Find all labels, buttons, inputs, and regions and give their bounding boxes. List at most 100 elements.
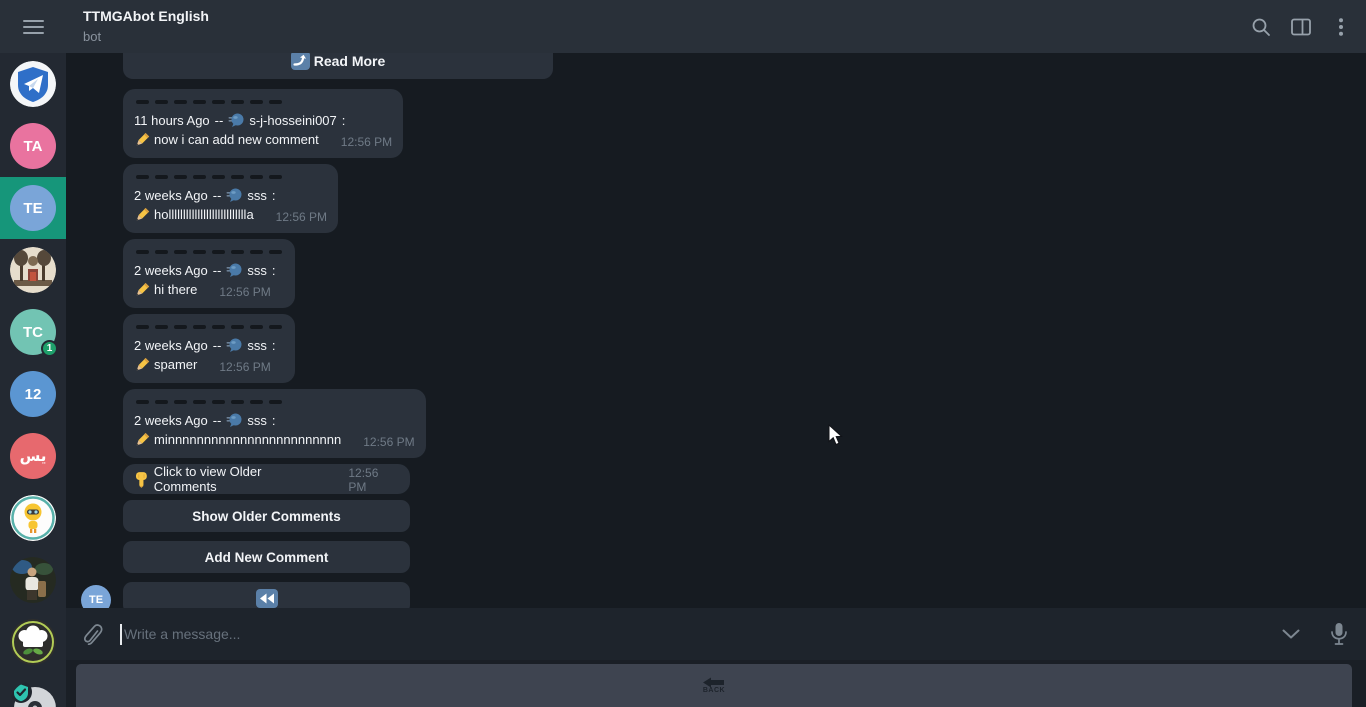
telegram-app-window: TTMGAbot English bot TA TE TC 1 12 يس Re… <box>0 0 1366 707</box>
comment-author: sss <box>247 338 267 353</box>
comment-body: hollllllllllllllllllllllllllla 12:56 PM <box>134 205 327 224</box>
rewind-button[interactable] <box>123 582 410 608</box>
speech-balloon-icon <box>226 413 242 427</box>
chat-subtitle: bot <box>83 29 102 44</box>
comment-body: now i can add new comment 12:56 PM <box>134 130 392 149</box>
comment-author: sss <box>247 263 267 278</box>
sidebar-chat-person-photo-avatar[interactable] <box>0 549 66 611</box>
attach-file-button[interactable] <box>80 621 106 647</box>
meta-separator: -- <box>212 263 222 278</box>
meta-separator: -- <box>214 113 224 128</box>
comment-author: s-j-hosseini007 <box>249 113 337 128</box>
comment-meta: 2 weeks Ago -- sss : <box>134 411 415 430</box>
chat-area: Read More 11 hours Ago -- s-j-hosseini00… <box>66 53 1366 707</box>
comment-message: 11 hours Ago -- s-j-hosseini007 : now i … <box>123 89 404 158</box>
comment-body: hi there 12:56 PM <box>134 280 284 299</box>
sidebar-chat-TA[interactable]: TA <box>0 115 66 177</box>
sidebar-chat-TE[interactable]: TE <box>0 177 66 239</box>
pencil-icon <box>136 132 150 145</box>
comment-message: 2 weeks Ago -- sss : <box>123 314 295 383</box>
meta-colon: : <box>271 338 276 353</box>
rewind-icon <box>255 588 278 608</box>
sidebar-chat-disc-shield-check-avatar[interactable] <box>0 673 66 707</box>
comment-body: minnnnnnnnnnnnnnnnnnnnnnnn 12:56 PM <box>134 430 415 449</box>
comment-age: 2 weeks Ago <box>134 338 208 353</box>
inline-keyboard: Show Older Comments Add New Comment <box>123 500 1366 573</box>
kebab-menu-icon <box>1339 17 1343 36</box>
comment-message: 2 weeks Ago -- sss : <box>123 239 295 308</box>
person-photo-avatar <box>10 557 56 603</box>
hamburger-menu-button[interactable] <box>0 19 66 34</box>
pencil-icon <box>136 282 150 295</box>
message-time: 12:56 PM <box>219 285 271 299</box>
comment-message: 2 weeks Ago -- sss : <box>123 389 426 458</box>
sidebar-chat-telegram-shield-logo-avatar[interactable] <box>0 53 66 115</box>
unread-count-badge: 1 <box>41 340 58 357</box>
search-button[interactable] <box>1248 14 1274 40</box>
sidebar-chat-12[interactable]: 12 <box>0 363 66 425</box>
meta-separator: -- <box>212 188 222 203</box>
disc-shield-check-avatar <box>10 681 56 707</box>
comment-text: spamer <box>154 357 198 372</box>
pencil-icon <box>136 432 150 445</box>
inline-action-button[interactable]: Show Older Comments <box>123 500 410 532</box>
sidebar-chat-trees-art-avatar[interactable] <box>0 239 66 301</box>
sidebar-chat-يس[interactable]: يس <box>0 425 66 487</box>
robot-chick-avatar <box>10 495 56 541</box>
voice-record-button[interactable] <box>1326 621 1352 647</box>
paperclip-icon <box>83 624 103 646</box>
sidebar-chat-robot-chick-avatar[interactable] <box>0 487 66 549</box>
columns-toggle-icon <box>1291 18 1311 35</box>
separator-dashes <box>136 175 325 179</box>
separator-dashes <box>136 400 413 404</box>
sidebar-chat-TC[interactable]: TC 1 <box>0 301 66 363</box>
message-input[interactable] <box>124 626 1278 642</box>
comment-meta: 2 weeks Ago -- sss : <box>134 261 284 280</box>
avatar-initials: TC 1 <box>10 309 58 357</box>
message-time: 12:56 PM <box>275 210 328 224</box>
comment-age: 2 weeks Ago <box>134 188 208 203</box>
toggle-sidebar-button[interactable] <box>1288 14 1314 40</box>
older-comments-notice: Click to view Older Comments 12:56 PM <box>123 464 410 494</box>
separator-dashes <box>136 100 390 104</box>
speech-balloon-icon <box>226 338 242 352</box>
chat-header: TTMGAbot English bot <box>0 0 1366 53</box>
meta-colon: : <box>341 113 346 128</box>
inline-action-button[interactable]: Add New Comment <box>123 541 410 573</box>
bot-mini-avatar[interactable]: TE <box>81 585 111 608</box>
comment-text: minnnnnnnnnnnnnnnnnnnnnnnn <box>154 432 342 447</box>
chat-info[interactable]: TTMGAbot English bot <box>83 8 209 45</box>
message-composer <box>66 608 1366 660</box>
avatar-initials: 12 <box>10 371 56 417</box>
read-more-button[interactable]: Read More <box>123 53 553 79</box>
comment-meta: 2 weeks Ago -- sss : <box>134 186 327 205</box>
hide-keyboard-button[interactable] <box>1278 621 1304 647</box>
finger-pointing-down-icon <box>135 471 147 488</box>
microphone-icon <box>1331 623 1347 645</box>
speech-balloon-icon <box>226 263 242 277</box>
menu-button[interactable] <box>1328 14 1354 40</box>
comment-body: spamer 12:56 PM <box>134 355 284 374</box>
telegram-shield-logo-avatar <box>10 61 56 107</box>
message-time: 12:56 PM <box>340 135 393 149</box>
search-icon <box>1252 18 1270 36</box>
comment-meta: 11 hours Ago -- s-j-hosseini007 : <box>134 111 392 130</box>
comment-text: hi there <box>154 282 198 297</box>
comment-author: sss <box>247 413 267 428</box>
comment-age: 11 hours Ago <box>134 113 210 128</box>
message-list[interactable]: Read More 11 hours Ago -- s-j-hosseini00… <box>66 53 1366 608</box>
chats-sidebar: TA TE TC 1 12 يس <box>0 53 66 707</box>
pencil-icon <box>136 357 150 370</box>
comment-text: hollllllllllllllllllllllllllla <box>154 207 254 222</box>
pencil-icon <box>136 207 150 220</box>
meta-colon: : <box>271 188 276 203</box>
reply-keyboard-back-button[interactable]: BACK <box>76 664 1352 707</box>
older-comments-text: Click to view Older Comments <box>153 464 262 494</box>
rewind-row: TE <box>81 582 410 608</box>
chef-hat-logo-avatar <box>10 619 56 665</box>
sidebar-chat-chef-hat-logo-avatar[interactable] <box>0 611 66 673</box>
comment-text: now i can add new comment <box>154 132 319 147</box>
message-time: 12:56 PM <box>363 435 415 449</box>
text-caret <box>120 623 122 645</box>
comment-age: 2 weeks Ago <box>134 263 208 278</box>
